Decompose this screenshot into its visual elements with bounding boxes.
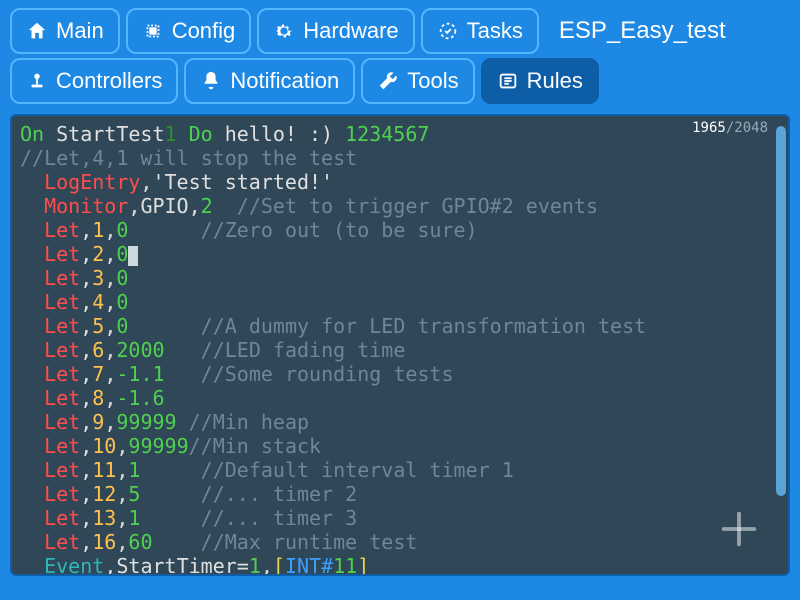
tab-row-1: Main Config Hardware Tasks ESP_Easy_test <box>0 0 800 54</box>
char-counter: 1965/2048 <box>692 120 768 136</box>
code-line[interactable]: Let,16,60 //Max runtime test <box>20 530 780 554</box>
tab-tasks[interactable]: Tasks <box>421 8 539 54</box>
tab-label: Rules <box>527 68 583 94</box>
code-line[interactable]: //Let,4,1 will stop the test <box>20 146 780 170</box>
tab-config[interactable]: Config <box>126 8 252 54</box>
code-line[interactable]: Monitor,GPIO,2 //Set to trigger GPIO#2 e… <box>20 194 780 218</box>
tab-hardware[interactable]: Hardware <box>257 8 414 54</box>
scrollbar-thumb[interactable] <box>776 126 786 496</box>
tab-label: Config <box>172 18 236 44</box>
code-line[interactable]: Let,1,0 //Zero out (to be sure) <box>20 218 780 242</box>
list-icon <box>497 70 519 92</box>
code-line[interactable]: Event,StartTimer=1,[INT#11] <box>20 554 780 574</box>
code-line[interactable]: Let,12,5 //... timer 2 <box>20 482 780 506</box>
tasks-icon <box>437 20 459 42</box>
wrench-icon <box>377 70 399 92</box>
code-line[interactable]: Let,3,0 <box>20 266 780 290</box>
code-line[interactable]: Let,8,-1.6 <box>20 386 780 410</box>
tab-tools[interactable]: Tools <box>361 58 474 104</box>
code-editor-panel: 1965/2048 On StartTest1 Do hello! :) 123… <box>10 114 790 576</box>
tab-label: Main <box>56 18 104 44</box>
home-icon <box>26 20 48 42</box>
chip-icon <box>142 20 164 42</box>
code-line[interactable]: On StartTest1 Do hello! :) 1234567 <box>20 122 780 146</box>
code-line[interactable]: LogEntry,'Test started!' <box>20 170 780 194</box>
tab-label: Notification <box>230 68 339 94</box>
add-button[interactable] <box>716 506 762 552</box>
tab-row-2: Controllers Notification Tools Rules <box>0 54 800 104</box>
app-title: ESP_Easy_test <box>559 17 726 45</box>
tab-main[interactable]: Main <box>10 8 120 54</box>
tab-controllers[interactable]: Controllers <box>10 58 178 104</box>
tab-label: Tasks <box>467 18 523 44</box>
counter-current: 1965 <box>692 120 726 136</box>
bell-icon <box>200 70 222 92</box>
joystick-icon <box>26 70 48 92</box>
code-editor[interactable]: On StartTest1 Do hello! :) 1234567//Let,… <box>12 116 788 574</box>
code-line[interactable]: Let,10,99999//Min stack <box>20 434 780 458</box>
code-line[interactable]: Let,11,1 //Default interval timer 1 <box>20 458 780 482</box>
code-line[interactable]: Let,13,1 //... timer 3 <box>20 506 780 530</box>
tab-label: Controllers <box>56 68 162 94</box>
code-line[interactable]: Let,9,99999 //Min heap <box>20 410 780 434</box>
code-line[interactable]: Let,2,0 <box>20 242 780 266</box>
text-cursor <box>128 246 138 266</box>
code-line[interactable]: Let,7,-1.1 //Some rounding tests <box>20 362 780 386</box>
counter-max: 2048 <box>734 120 768 136</box>
code-line[interactable]: Let,4,0 <box>20 290 780 314</box>
tab-label: Tools <box>407 68 458 94</box>
tab-label: Hardware <box>303 18 398 44</box>
tab-notification[interactable]: Notification <box>184 58 355 104</box>
tab-rules[interactable]: Rules <box>481 58 599 104</box>
scrollbar[interactable] <box>776 122 786 568</box>
code-line[interactable]: Let,6,2000 //LED fading time <box>20 338 780 362</box>
code-line[interactable]: Let,5,0 //A dummy for LED transformation… <box>20 314 780 338</box>
gear-icon <box>273 20 295 42</box>
